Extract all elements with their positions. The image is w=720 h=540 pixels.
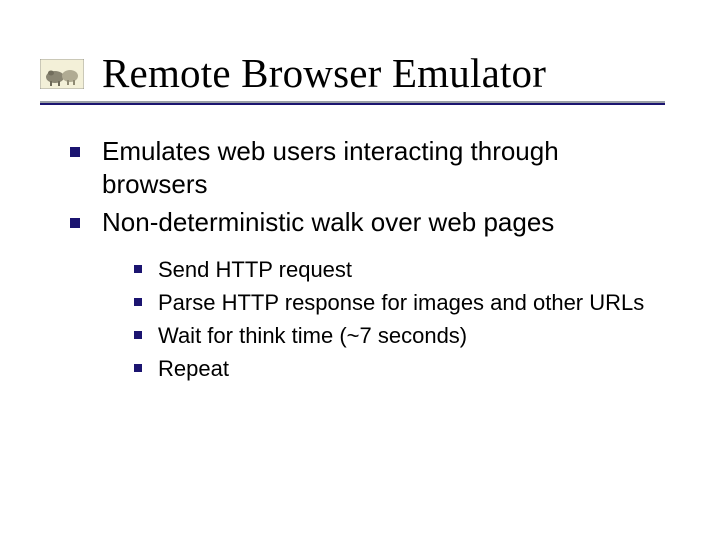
bullet-text: Emulates web users interacting through b… <box>102 136 559 199</box>
slide-title: Remote Browser Emulator <box>102 52 546 95</box>
sub-bullet-text: Send HTTP request <box>158 257 352 282</box>
sub-bullet-text: Parse HTTP response for images and other… <box>158 290 644 315</box>
sub-bullet-text: Repeat <box>158 356 229 381</box>
bullet-item: Emulates web users interacting through b… <box>68 135 670 202</box>
header-row: Remote Browser Emulator <box>40 52 680 95</box>
sub-bullet-list: Send HTTP request Parse HTTP response fo… <box>102 253 670 385</box>
sub-bullet-item: Parse HTTP response for images and other… <box>132 286 670 319</box>
sub-bullet-item: Send HTTP request <box>132 253 670 286</box>
slide-header: Remote Browser Emulator <box>0 0 720 107</box>
logo-icon <box>40 59 84 89</box>
bullet-text: Non-deterministic walk over web pages <box>102 207 554 237</box>
slide: Remote Browser Emulator Emulates web use… <box>0 0 720 540</box>
slide-body: Emulates web users interacting through b… <box>0 107 720 385</box>
bullet-list: Emulates web users interacting through b… <box>68 135 670 385</box>
sub-bullet-item: Wait for think time (~7 seconds) <box>132 319 670 352</box>
sub-bullet-item: Repeat <box>132 352 670 385</box>
header-rule <box>40 101 665 107</box>
sub-bullet-text: Wait for think time (~7 seconds) <box>158 323 467 348</box>
bullet-item: Non-deterministic walk over web pages Se… <box>68 206 670 385</box>
